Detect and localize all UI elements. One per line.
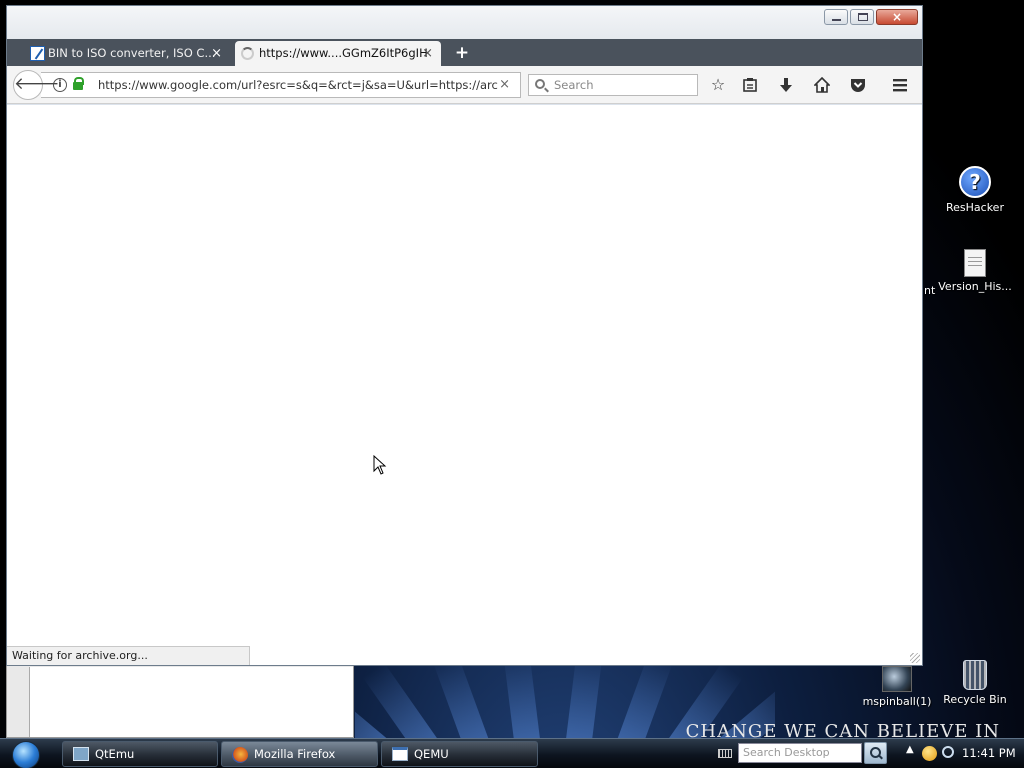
desktop-icon-label: ResHacker — [946, 201, 1004, 214]
tray-notification-icon[interactable] — [922, 746, 937, 761]
background-window-content — [29, 667, 353, 737]
stop-loading-icon[interactable]: × — [499, 73, 510, 97]
pinball-icon — [882, 666, 912, 692]
download-icon[interactable] — [776, 75, 796, 95]
help-icon: ? — [959, 166, 991, 198]
keyboard-icon[interactable] — [718, 749, 732, 758]
windows-orb-icon — [12, 741, 40, 768]
bin-to-iso-favicon-icon — [30, 46, 45, 61]
resize-grip-icon[interactable] — [910, 653, 920, 663]
tab-label: https://www....GGmZ6ItP6gIH — [259, 46, 428, 60]
desktop-icon-label: Version_His... — [938, 280, 1012, 293]
document-icon — [964, 249, 986, 277]
back-button[interactable]: 🡐 — [13, 70, 60, 100]
loading-spinner-icon — [241, 47, 254, 60]
minimize-button[interactable] — [824, 9, 848, 25]
tray-network-icon[interactable] — [942, 746, 954, 758]
tab-bin-to-iso[interactable]: BIN to ISO converter, ISO C... × — [24, 41, 230, 66]
maximize-button[interactable] — [850, 9, 874, 25]
tab-strip: BIN to ISO converter, ISO C... × https:/… — [7, 39, 922, 66]
navigation-toolbar: i https://www.google.com/url?esrc=s&q=&r… — [7, 66, 922, 104]
star-icon[interactable]: ☆ — [708, 75, 728, 95]
maximize-icon — [858, 13, 868, 21]
clock[interactable]: 11:41 PM — [962, 739, 1016, 767]
firefox-icon — [232, 747, 248, 763]
recycle-bin-icon — [963, 660, 987, 690]
desktop-icon-cut-label: nt — [924, 284, 936, 297]
start-button[interactable] — [4, 740, 48, 768]
lock-icon[interactable] — [73, 77, 84, 90]
title-bar[interactable]: × — [7, 6, 922, 39]
background-window[interactable] — [6, 664, 354, 738]
taskbar-item-qtemu[interactable]: QtEmu — [62, 741, 218, 767]
desktop-icon-reshacker[interactable]: ? ResHacker — [937, 166, 1013, 214]
tab-close-icon[interactable]: × — [211, 41, 222, 66]
close-window-button[interactable]: × — [876, 9, 918, 25]
menu-icon[interactable] — [890, 75, 910, 95]
search-box[interactable]: Search — [528, 74, 698, 96]
taskbar-item-firefox[interactable]: Mozilla Firefox — [221, 741, 378, 767]
tab-label: BIN to ISO converter, ISO C... — [48, 46, 216, 60]
search-placeholder: Search — [554, 78, 594, 92]
window-controls: × — [824, 9, 918, 25]
taskbar-item-label: Mozilla Firefox — [254, 747, 336, 761]
desktop-icon-recycle-bin[interactable]: Recycle Bin — [937, 660, 1013, 706]
taskbar-item-label: QtEmu — [95, 747, 135, 761]
page-content[interactable]: Waiting for archive.org... — [7, 105, 922, 665]
back-arrow-icon: 🡐 — [14, 74, 60, 94]
desktop-search-button[interactable] — [864, 742, 887, 764]
taskbar: QtEmu Mozilla Firefox QEMU Search Deskto… — [0, 738, 1024, 768]
desktop-icon-label: Recycle Bin — [943, 693, 1007, 706]
minimize-icon — [832, 19, 841, 21]
desktop-search-input[interactable]: Search Desktop — [738, 743, 862, 763]
show-hidden-icons-icon[interactable]: ▲ — [906, 744, 914, 755]
qtemu-icon — [73, 747, 89, 761]
desktop-icon-label: mspinball(1) — [862, 695, 932, 708]
reading-list-icon[interactable] — [740, 75, 760, 95]
tab-close-icon[interactable]: × — [422, 41, 433, 66]
firefox-window: × BIN to ISO converter, ISO C... × https… — [6, 5, 923, 666]
search-icon — [535, 79, 545, 89]
desktop-icon-version-history[interactable]: Version_His... — [937, 249, 1013, 293]
qemu-icon — [392, 747, 408, 761]
tab-loading-google-redirect[interactable]: https://www....GGmZ6ItP6gIH × — [235, 41, 441, 66]
url-bar[interactable]: i https://www.google.com/url?esrc=s&q=&r… — [41, 72, 521, 98]
status-panel: Waiting for archive.org... — [7, 646, 250, 665]
url-text[interactable]: https://www.google.com/url?esrc=s&q=&rct… — [98, 73, 498, 97]
desktop-icon-mspinball[interactable]: mspinball(1) — [859, 666, 935, 708]
pocket-icon[interactable] — [848, 75, 868, 95]
home-icon[interactable] — [812, 75, 832, 95]
taskbar-item-qemu[interactable]: QEMU — [381, 741, 538, 767]
taskbar-item-label: QEMU — [414, 747, 449, 761]
new-tab-button[interactable]: + — [453, 42, 471, 64]
